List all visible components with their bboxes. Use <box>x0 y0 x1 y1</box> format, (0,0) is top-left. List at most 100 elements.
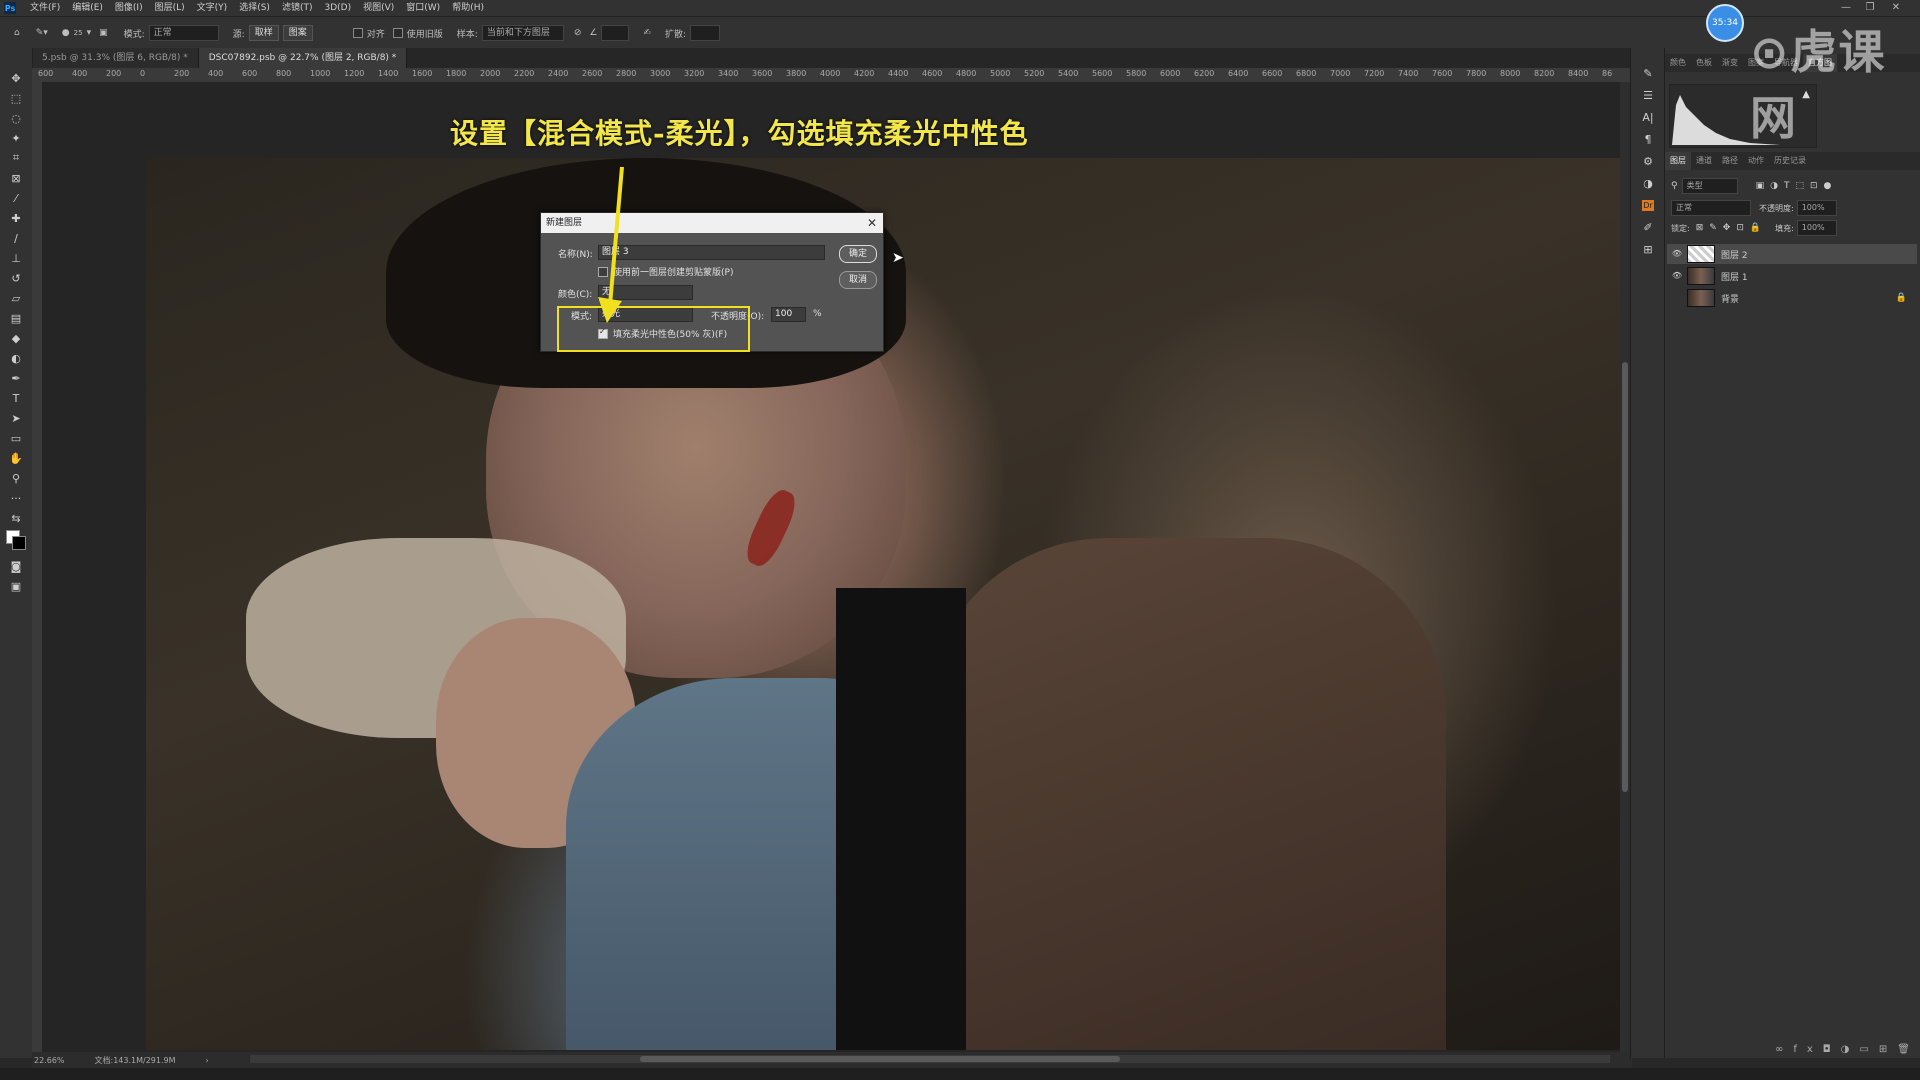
horizontal-scrollbar[interactable] <box>250 1055 1610 1063</box>
crop-tool-icon[interactable]: ⌗ <box>0 148 32 168</box>
menu-window[interactable]: 窗口(W) <box>400 0 446 16</box>
dialog-close-icon[interactable]: ✕ <box>867 213 877 233</box>
brush-settings-icon[interactable]: ▣ <box>99 28 108 38</box>
clone-stamp-tool-icon[interactable]: ⊥ <box>0 248 32 268</box>
libraries-panel-icon[interactable]: ⊞ <box>1631 238 1665 260</box>
healing-brush-tool-icon[interactable]: ✚ <box>0 208 32 228</box>
more-tools-icon[interactable]: ··· <box>0 488 32 508</box>
path-selection-tool-icon[interactable]: ➤ <box>0 408 32 428</box>
layer-name[interactable]: 背景 <box>1721 292 1739 305</box>
zoom-tool-icon[interactable]: ⚲ <box>0 468 32 488</box>
tab-gradients[interactable]: 渐变 <box>1717 54 1743 72</box>
aligned-checkbox[interactable] <box>352 28 363 38</box>
mode-select[interactable]: 正常 <box>148 25 219 41</box>
ignore-adjustment-icon[interactable]: ⊘ <box>574 28 582 38</box>
menu-view[interactable]: 视图(V) <box>357 0 400 16</box>
fill-input[interactable]: 100% <box>1796 220 1837 236</box>
visibility-eye-icon[interactable]: 👁 <box>1671 249 1683 259</box>
menu-3d[interactable]: 3D(D) <box>318 0 357 16</box>
adjustments-panel-icon[interactable]: ☰ <box>1631 84 1665 106</box>
layer-row[interactable]: 背景 🔒 <box>1667 288 1917 308</box>
menu-help[interactable]: 帮助(H) <box>446 0 490 16</box>
menu-select[interactable]: 选择(S) <box>233 0 276 16</box>
pressure-icon[interactable]: ✍ <box>643 28 651 38</box>
layers-footer-icons[interactable]: ∞fx◘◑▭⊞🗑 <box>1775 1044 1920 1055</box>
layer-row[interactable]: 👁 图层 1 <box>1667 266 1917 286</box>
tab-layers[interactable]: 图层 <box>1665 152 1691 170</box>
menu-edit[interactable]: 编辑(E) <box>66 0 109 16</box>
layer-name[interactable]: 图层 1 <box>1721 270 1748 283</box>
rectangle-tool-icon[interactable]: ▭ <box>0 428 32 448</box>
tab-paths[interactable]: 路径 <box>1717 152 1743 170</box>
layer-opacity-input[interactable]: 100% <box>1796 200 1837 216</box>
lock-icons[interactable]: ⊠✎✥⊡🔒 <box>1696 223 1767 233</box>
tab-document-1[interactable]: 5.psb @ 31.3% (图层 6, RGB/8) * <box>32 48 199 68</box>
hand-tool-icon[interactable]: ✋ <box>0 448 32 468</box>
layer-filter-select[interactable]: 类型 <box>1681 178 1738 194</box>
quick-mask-icon[interactable]: ◙ <box>0 556 32 576</box>
cancel-button[interactable]: 取消 <box>839 271 877 289</box>
swap-colors-icon[interactable]: ⇆ <box>0 508 32 528</box>
horizontal-scroll-thumb[interactable] <box>640 1056 1120 1062</box>
history-brush-tool-icon[interactable]: ↺ <box>0 268 32 288</box>
tab-color[interactable]: 颜色 <box>1665 54 1691 72</box>
color-swatches[interactable] <box>0 528 32 556</box>
opacity-input[interactable]: 100 <box>771 307 806 322</box>
legacy-checkbox[interactable] <box>392 28 403 38</box>
gradient-tool-icon[interactable]: ▤ <box>0 308 32 328</box>
paragraph-panel-icon[interactable]: ¶ <box>1631 128 1665 150</box>
properties-panel-icon[interactable]: ⚙ <box>1631 150 1665 172</box>
styles-panel-icon[interactable]: ◑ <box>1631 172 1665 194</box>
eyedropper-tool-icon[interactable]: ⁄ <box>0 188 32 208</box>
brush-tool-icon[interactable]: ∕ <box>0 228 32 248</box>
restore-button[interactable]: ❐ <box>1858 0 1882 16</box>
healing-brush-tool-icon[interactable]: ✎▾ <box>36 28 48 38</box>
screen-mode-icon[interactable]: ▣ <box>0 576 32 596</box>
vertical-scrollbar[interactable] <box>1620 82 1630 1052</box>
minimize-button[interactable]: — <box>1834 0 1858 16</box>
sample-select[interactable]: 当前和下方图层 <box>481 25 564 41</box>
move-tool-icon[interactable]: ✥ <box>0 68 32 88</box>
blur-tool-icon[interactable]: ◆ <box>0 328 32 348</box>
menu-type[interactable]: 文字(Y) <box>191 0 234 16</box>
angle-field[interactable] <box>601 25 630 41</box>
visibility-eye-icon[interactable]: 👁 <box>1671 271 1683 281</box>
menu-file[interactable]: 文件(F) <box>24 0 66 16</box>
character-panel-icon[interactable]: A| <box>1631 106 1665 128</box>
tab-document-2[interactable]: DSC07892.psb @ 22.7% (图层 2, RGB/8) * <box>198 48 408 68</box>
brush-presets-icon[interactable]: ✐ <box>1631 216 1665 238</box>
layer-name[interactable]: 图层 2 <box>1721 248 1748 261</box>
source-sample-button[interactable]: 取样 <box>248 25 279 41</box>
close-window-button[interactable]: ✕ <box>1884 0 1908 16</box>
tab-history[interactable]: 历史记录 <box>1769 152 1811 170</box>
dodge-tool-icon[interactable]: ◐ <box>0 348 32 368</box>
angle-icon[interactable]: ∠ <box>589 25 630 41</box>
ok-button[interactable]: 确定 <box>839 245 877 263</box>
filter-icons[interactable]: ▣◑T⬚⊡● <box>1756 181 1838 191</box>
layer-blend-mode-select[interactable]: 正常 <box>1671 200 1751 216</box>
tab-swatches[interactable]: 色板 <box>1691 54 1717 72</box>
layer-row[interactable]: 👁 图层 2 <box>1667 244 1917 264</box>
menu-image[interactable]: 图像(I) <box>109 0 149 16</box>
vertical-scroll-thumb[interactable] <box>1622 362 1628 792</box>
tab-actions[interactable]: 动作 <box>1743 152 1769 170</box>
tab-channels[interactable]: 通道 <box>1691 152 1717 170</box>
dr-plugin-icon[interactable]: Dr <box>1631 194 1665 216</box>
lasso-tool-icon[interactable]: ◌ <box>0 108 32 128</box>
menu-layer[interactable]: 图层(L) <box>149 0 191 16</box>
pen-tool-icon[interactable]: ✒ <box>0 368 32 388</box>
frame-tool-icon[interactable]: ⊠ <box>0 168 32 188</box>
visibility-toggle[interactable] <box>1671 293 1683 303</box>
status-menu-arrow[interactable]: › <box>206 1056 209 1065</box>
marquee-tool-icon[interactable]: ⬚ <box>0 88 32 108</box>
source-pattern-button[interactable]: 图案 <box>282 25 313 41</box>
type-tool-icon[interactable]: T <box>0 388 32 408</box>
diffusion-field[interactable] <box>690 25 721 41</box>
eraser-tool-icon[interactable]: ▱ <box>0 288 32 308</box>
background-color-swatch[interactable] <box>12 536 26 550</box>
brush-preset-picker[interactable]: ● 25 ▾ <box>62 28 91 38</box>
menu-filter[interactable]: 滤镜(T) <box>276 0 319 16</box>
brush-panel-icon[interactable]: ✎ <box>1631 62 1665 84</box>
zoom-level[interactable]: 22.66% <box>34 1056 65 1065</box>
magic-wand-tool-icon[interactable]: ✦ <box>0 128 32 148</box>
